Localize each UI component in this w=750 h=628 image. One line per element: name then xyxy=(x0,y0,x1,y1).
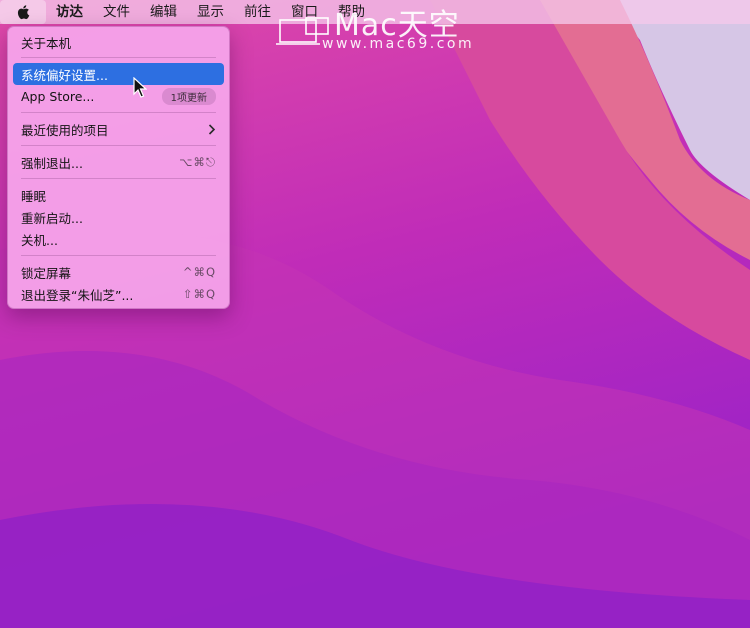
menu-item-label: 关于本机 xyxy=(21,35,72,51)
menu-separator xyxy=(21,145,216,146)
menu-separator xyxy=(21,255,216,256)
menu-item-label: 强制退出... xyxy=(21,155,83,171)
menu-item-about[interactable]: 关于本机 xyxy=(13,31,224,53)
menu-item-lock-screen[interactable]: 锁定屏幕 ^⌘Q xyxy=(13,261,224,283)
watermark-url: www.mac69.com xyxy=(322,36,475,52)
apple-dropdown-menu: 关于本机 系统偏好设置... App Store... 1项更新 最近使用的项目… xyxy=(7,26,230,309)
chevron-right-icon xyxy=(208,123,216,135)
menu-view[interactable]: 显示 xyxy=(187,0,234,24)
menu-finder[interactable]: 访达 xyxy=(46,0,93,24)
menu-item-sleep[interactable]: 睡眠 xyxy=(13,184,224,206)
shortcut-label: ^⌘Q xyxy=(182,265,216,279)
menu-edit[interactable]: 编辑 xyxy=(140,0,187,24)
menu-item-label: 睡眠 xyxy=(21,188,47,204)
menu-separator xyxy=(21,57,216,58)
update-badge: 1项更新 xyxy=(161,87,216,105)
watermark: Mac天空 www.mac69.com xyxy=(276,2,496,54)
menu-item-label: 系统偏好设置... xyxy=(21,67,108,83)
menu-item-app-store[interactable]: App Store... 1项更新 xyxy=(13,85,224,107)
menu-item-recent-items[interactable]: 最近使用的项目 xyxy=(13,118,224,140)
menu-item-shutdown[interactable]: 关机... xyxy=(13,228,224,250)
menu-item-system-preferences[interactable]: 系统偏好设置... xyxy=(13,63,224,85)
menu-item-label: 重新启动... xyxy=(21,210,83,226)
menu-item-label: 锁定屏幕 xyxy=(21,265,72,281)
menu-separator xyxy=(21,112,216,113)
menu-item-label: 最近使用的项目 xyxy=(21,122,109,138)
apple-logo-icon xyxy=(17,5,30,20)
menu-go[interactable]: 前往 xyxy=(234,0,281,24)
apple-menu-icon[interactable] xyxy=(0,0,46,24)
menu-file[interactable]: 文件 xyxy=(93,0,140,24)
menu-item-force-quit[interactable]: 强制退出... ⌥⌘⎋ xyxy=(13,151,224,173)
menu-item-logout[interactable]: 退出登录“朱仙芝”... ⇧⌘Q xyxy=(13,283,224,305)
shortcut-label: ⌥⌘⎋ xyxy=(179,154,216,169)
menu-item-restart[interactable]: 重新启动... xyxy=(13,206,224,228)
mouse-pointer-icon xyxy=(133,77,147,98)
menu-item-label: 退出登录“朱仙芝”... xyxy=(21,287,134,303)
menu-item-label: 关机... xyxy=(21,232,58,248)
shortcut-label: ⇧⌘Q xyxy=(182,287,216,301)
menu-separator xyxy=(21,178,216,179)
